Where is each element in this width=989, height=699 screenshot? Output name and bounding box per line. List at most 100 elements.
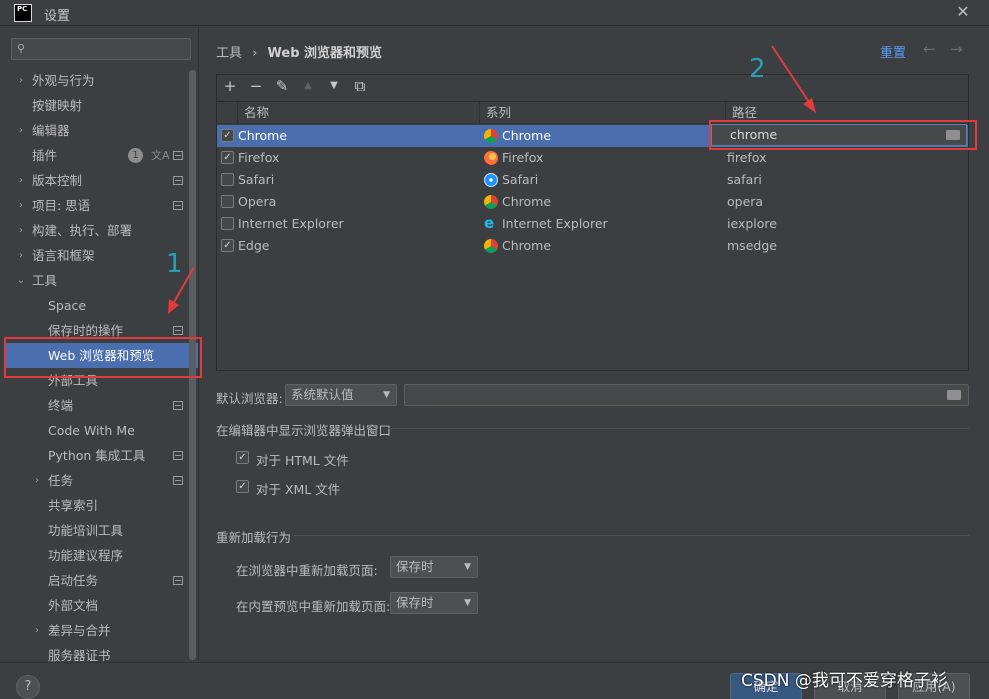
column-header-name[interactable]: 名称 [237, 102, 479, 124]
sidebar-item-label: 编辑器 [32, 123, 70, 138]
sidebar-item-label: 外部文档 [48, 598, 99, 613]
remove-browser-button[interactable]: − [247, 77, 265, 95]
ie-icon: e [484, 214, 495, 232]
move-down-button[interactable]: ▼ [325, 77, 343, 95]
annotation-step-1: 1 [166, 249, 183, 279]
sidebar-item-label: 工具 [32, 273, 58, 288]
default-browser-label: 默认浏览器: [216, 391, 283, 406]
breadcrumb-parent[interactable]: 工具 [216, 46, 242, 61]
sidebar-item[interactable]: Python 集成工具 [0, 443, 190, 468]
sidebar-item[interactable]: › 编辑器 [0, 118, 190, 143]
pycharm-logo-icon: PC [14, 4, 32, 22]
browser-enabled-checkbox[interactable]: ✓ [221, 129, 234, 142]
xml-files-checkbox[interactable]: ✓ [236, 480, 249, 493]
table-row[interactable]: Safari Safari safari [217, 169, 968, 191]
sidebar-item-label: 版本控制 [32, 173, 83, 188]
edit-browser-button[interactable]: ✎ [273, 77, 291, 95]
project-settings-icon [173, 476, 183, 485]
close-icon[interactable]: ✕ [954, 3, 972, 21]
html-files-label: 对于 HTML 文件 [256, 453, 349, 468]
sidebar-item[interactable]: 插件 1 文A [0, 143, 190, 168]
table-row[interactable]: ✓ Edge Chrome msedge [217, 235, 968, 257]
default-browser-path-field[interactable] [404, 384, 969, 406]
sidebar-item[interactable]: 共享索引 [0, 493, 190, 518]
sidebar-item[interactable]: › 语言和框架 [0, 243, 190, 268]
browser-enabled-checkbox[interactable] [221, 217, 234, 230]
chrome-icon [484, 195, 498, 209]
table-row[interactable]: Internet Explorer e Internet Explorer iexpl… [217, 213, 968, 235]
back-arrow-icon[interactable]: ← [923, 40, 936, 58]
sidebar-item-label: 共享索引 [48, 498, 99, 513]
column-header-family[interactable]: 系列 [479, 102, 725, 124]
forward-arrow-icon[interactable]: → [950, 40, 963, 58]
breadcrumb-current: Web 浏览器和预览 [267, 46, 383, 61]
browser-enabled-checkbox[interactable]: ✓ [221, 151, 234, 164]
sidebar-item[interactable]: ⌄ 工具 [0, 268, 190, 293]
browser-family: Chrome [502, 194, 552, 209]
sidebar-item[interactable]: › 版本控制 [0, 168, 190, 193]
sidebar-item-label: 差异与合并 [48, 623, 111, 638]
help-button[interactable]: ? [16, 675, 40, 699]
sidebar-item[interactable]: › 差异与合并 [0, 618, 190, 643]
browser-name: Opera [238, 194, 277, 209]
chevron-right-icon[interactable]: › [15, 168, 27, 193]
browser-name: Safari [238, 172, 275, 187]
browser-enabled-checkbox[interactable] [221, 173, 234, 186]
browser-reload-select[interactable]: 保存时 ▼ [390, 556, 478, 578]
preview-reload-label: 在内置预览中重新加载页面: [236, 599, 391, 614]
chevron-down-icon: ▼ [464, 562, 471, 572]
reset-link[interactable]: 重置 [880, 42, 906, 61]
xml-files-label: 对于 XML 文件 [256, 482, 341, 497]
translate-icon: 文A [151, 149, 170, 162]
sidebar-item[interactable]: › 任务 [0, 468, 190, 493]
sidebar-item[interactable]: 启动任务 [0, 568, 190, 593]
firefox-icon [484, 151, 498, 165]
sidebar-item[interactable]: Space [0, 293, 190, 318]
sidebar-item-label: 启动任务 [48, 573, 99, 588]
sidebar-item-label: Python 集成工具 [48, 448, 146, 463]
sidebar-item[interactable]: › 构建、执行、部署 [0, 218, 190, 243]
browser-family: Chrome [502, 238, 552, 253]
sidebar-item[interactable]: 功能培训工具 [0, 518, 190, 543]
browser-enabled-checkbox[interactable]: ✓ [221, 239, 234, 252]
sidebar-item-label: 功能培训工具 [48, 523, 124, 538]
sidebar-item[interactable]: 外部文档 [0, 593, 190, 618]
table-row[interactable]: ✓ Firefox Firefox firefox [217, 147, 968, 169]
chevron-down-icon[interactable]: ⌄ [15, 268, 27, 293]
project-settings-icon [173, 151, 183, 160]
project-settings-icon [173, 176, 183, 185]
settings-search-input[interactable]: ⚲ [11, 38, 191, 60]
preview-reload-select[interactable]: 保存时 ▼ [390, 592, 478, 614]
chevron-right-icon[interactable]: › [31, 468, 43, 493]
sidebar-item[interactable]: 功能建议程序 [0, 543, 190, 568]
sidebar-item[interactable]: › 项目: 思语 [0, 193, 190, 218]
table-row[interactable]: Opera Chrome opera [217, 191, 968, 213]
chevron-right-icon[interactable]: › [15, 118, 27, 143]
default-browser-select[interactable]: 系统默认值 ▼ [285, 384, 397, 406]
chevron-right-icon[interactable]: › [15, 243, 27, 268]
chevron-right-icon[interactable]: › [15, 68, 27, 93]
chevron-down-icon: ▼ [383, 390, 390, 400]
sidebar-item[interactable]: 按键映射 [0, 93, 190, 118]
annotation-box-path [709, 120, 977, 150]
browser-enabled-checkbox[interactable] [221, 195, 234, 208]
sidebar-item-label: 按键映射 [32, 98, 83, 113]
html-files-checkbox[interactable]: ✓ [236, 451, 249, 464]
chrome-icon [484, 129, 498, 143]
sidebar-item[interactable]: › 外观与行为 [0, 68, 190, 93]
chevron-right-icon[interactable]: › [15, 218, 27, 243]
breadcrumb-separator: › [252, 46, 258, 61]
browser-name: Edge [238, 238, 270, 253]
sidebar-item-label: 项目: 思语 [32, 198, 91, 213]
move-up-button[interactable]: ▲ [299, 77, 317, 95]
chevron-right-icon[interactable]: › [15, 193, 27, 218]
folder-icon[interactable] [947, 390, 961, 400]
copy-browser-button[interactable]: ⧉ [351, 77, 369, 95]
browser-family: Safari [502, 172, 539, 187]
sidebar-item[interactable]: 终端 [0, 393, 190, 418]
safari-icon [484, 173, 498, 187]
project-settings-icon [173, 401, 183, 410]
chevron-right-icon[interactable]: › [31, 618, 43, 643]
sidebar-item[interactable]: Code With Me [0, 418, 190, 443]
add-browser-button[interactable]: + [221, 77, 239, 95]
